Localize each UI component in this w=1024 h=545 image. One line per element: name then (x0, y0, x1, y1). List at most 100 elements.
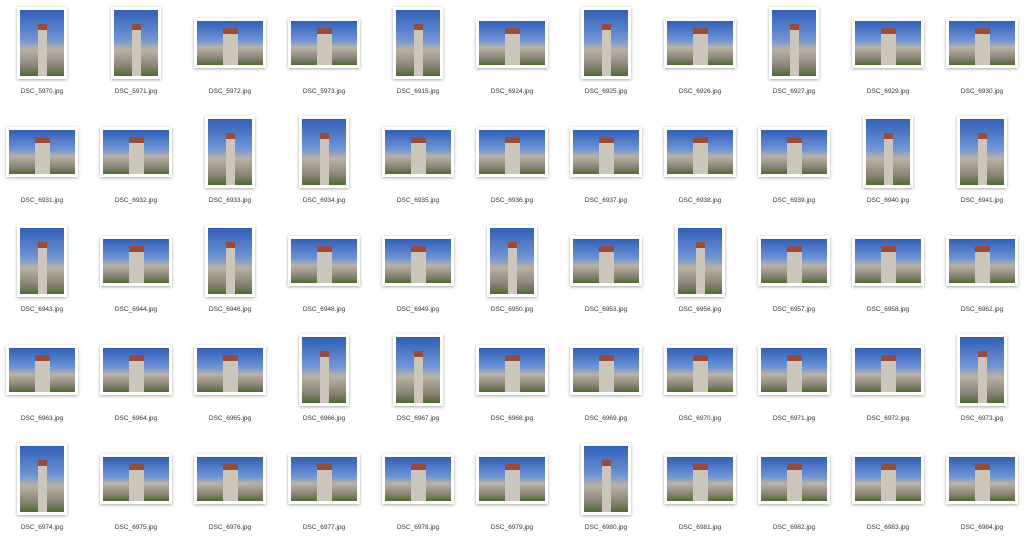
file-item[interactable]: DSC_6958.jpg (841, 218, 935, 327)
file-name[interactable]: DSC_6939.jpg (747, 197, 841, 204)
file-item[interactable]: DSC_6944.jpg (89, 218, 183, 327)
file-item[interactable]: DSC_6965.jpg (183, 327, 277, 436)
image-thumbnail[interactable] (17, 7, 67, 79)
image-thumbnail[interactable] (664, 345, 736, 395)
file-item[interactable]: DSC_6946.jpg (183, 218, 277, 327)
image-thumbnail[interactable] (664, 127, 736, 177)
image-thumbnail[interactable] (100, 127, 172, 177)
file-item[interactable]: DSC_6915.jpg (371, 0, 465, 109)
file-item[interactable]: DSC_6934.jpg (277, 109, 371, 218)
file-item[interactable]: DSC_6974.jpg (0, 436, 89, 545)
file-item[interactable]: DSC_6927.jpg (747, 0, 841, 109)
file-item[interactable]: DSC_6949.jpg (371, 218, 465, 327)
image-thumbnail[interactable] (946, 18, 1018, 68)
file-name[interactable]: DSC_6965.jpg (183, 415, 277, 422)
file-name[interactable]: DSC_6950.jpg (465, 306, 559, 313)
file-item[interactable]: DSC_6966.jpg (277, 327, 371, 436)
file-item[interactable]: DSC_6975.jpg (89, 436, 183, 545)
image-thumbnail[interactable] (581, 7, 631, 79)
file-item[interactable]: DSC_6924.jpg (465, 0, 559, 109)
file-name[interactable]: DSC_6964.jpg (89, 415, 183, 422)
file-item[interactable]: DSC_6967.jpg (371, 327, 465, 436)
image-thumbnail[interactable] (288, 18, 360, 68)
image-thumbnail[interactable] (664, 454, 736, 504)
file-name[interactable]: DSC_6984.jpg (935, 524, 1024, 531)
file-name[interactable]: DSC_6931.jpg (0, 197, 89, 204)
image-thumbnail[interactable] (288, 236, 360, 286)
image-thumbnail[interactable] (382, 236, 454, 286)
file-name[interactable]: DSC_6980.jpg (559, 524, 653, 531)
file-name[interactable]: DSC_6978.jpg (371, 524, 465, 531)
file-name[interactable]: DSC_6949.jpg (371, 306, 465, 313)
file-item[interactable]: DSC_6964.jpg (89, 327, 183, 436)
file-item[interactable]: DSC_6953.jpg (559, 218, 653, 327)
file-name[interactable]: DSC_5971.jpg (89, 88, 183, 95)
file-item[interactable]: DSC_6937.jpg (559, 109, 653, 218)
image-thumbnail[interactable] (852, 236, 924, 286)
image-thumbnail[interactable] (476, 345, 548, 395)
file-name[interactable]: DSC_6938.jpg (653, 197, 747, 204)
file-name[interactable]: DSC_6940.jpg (841, 197, 935, 204)
file-name[interactable]: DSC_6941.jpg (935, 197, 1024, 204)
image-thumbnail[interactable] (675, 225, 725, 297)
file-name[interactable]: DSC_6932.jpg (89, 197, 183, 204)
image-thumbnail[interactable] (476, 454, 548, 504)
image-thumbnail[interactable] (299, 116, 349, 188)
file-name[interactable]: DSC_6962.jpg (935, 306, 1024, 313)
image-thumbnail[interactable] (769, 7, 819, 79)
image-thumbnail[interactable] (758, 345, 830, 395)
file-name[interactable]: DSC_6966.jpg (277, 415, 371, 422)
file-item[interactable]: DSC_6932.jpg (89, 109, 183, 218)
image-thumbnail[interactable] (382, 454, 454, 504)
file-name[interactable]: DSC_6982.jpg (747, 524, 841, 531)
file-name[interactable]: DSC_6937.jpg (559, 197, 653, 204)
file-item[interactable]: DSC_6970.jpg (653, 327, 747, 436)
image-thumbnail[interactable] (100, 345, 172, 395)
file-name[interactable]: DSC_6943.jpg (0, 306, 89, 313)
image-thumbnail[interactable] (581, 443, 631, 515)
image-thumbnail[interactable] (946, 236, 1018, 286)
file-name[interactable]: DSC_6933.jpg (183, 197, 277, 204)
file-name[interactable]: DSC_6969.jpg (559, 415, 653, 422)
file-item[interactable]: DSC_6978.jpg (371, 436, 465, 545)
file-name[interactable]: DSC_6967.jpg (371, 415, 465, 422)
file-item[interactable]: DSC_5971.jpg (89, 0, 183, 109)
image-thumbnail[interactable] (476, 127, 548, 177)
file-name[interactable]: DSC_6976.jpg (183, 524, 277, 531)
file-name[interactable]: DSC_6979.jpg (465, 524, 559, 531)
file-item[interactable]: DSC_6929.jpg (841, 0, 935, 109)
file-item[interactable]: DSC_6939.jpg (747, 109, 841, 218)
file-item[interactable]: DSC_6973.jpg (935, 327, 1024, 436)
file-name[interactable]: DSC_6924.jpg (465, 88, 559, 95)
file-name[interactable]: DSC_6968.jpg (465, 415, 559, 422)
image-thumbnail[interactable] (288, 454, 360, 504)
image-thumbnail[interactable] (6, 127, 78, 177)
image-thumbnail[interactable] (758, 236, 830, 286)
file-item[interactable]: DSC_6982.jpg (747, 436, 841, 545)
file-item[interactable]: DSC_6941.jpg (935, 109, 1024, 218)
file-item[interactable]: DSC_6943.jpg (0, 218, 89, 327)
file-item[interactable]: DSC_6950.jpg (465, 218, 559, 327)
file-name[interactable]: DSC_6963.jpg (0, 415, 89, 422)
file-item[interactable]: DSC_6962.jpg (935, 218, 1024, 327)
file-item[interactable]: DSC_6983.jpg (841, 436, 935, 545)
file-item[interactable]: DSC_6971.jpg (747, 327, 841, 436)
image-thumbnail[interactable] (194, 18, 266, 68)
file-item[interactable]: DSC_6930.jpg (935, 0, 1024, 109)
file-item[interactable]: DSC_6972.jpg (841, 327, 935, 436)
image-thumbnail[interactable] (664, 18, 736, 68)
image-thumbnail[interactable] (393, 334, 443, 406)
file-item[interactable]: DSC_6936.jpg (465, 109, 559, 218)
image-thumbnail[interactable] (570, 236, 642, 286)
file-name[interactable]: DSC_6953.jpg (559, 306, 653, 313)
image-thumbnail[interactable] (476, 18, 548, 68)
file-name[interactable]: DSC_6934.jpg (277, 197, 371, 204)
file-name[interactable]: DSC_6927.jpg (747, 88, 841, 95)
image-thumbnail[interactable] (852, 18, 924, 68)
file-item[interactable]: DSC_5970.jpg (0, 0, 89, 109)
file-name[interactable]: DSC_6936.jpg (465, 197, 559, 204)
image-thumbnail[interactable] (863, 116, 913, 188)
file-item[interactable]: DSC_6969.jpg (559, 327, 653, 436)
file-name[interactable]: DSC_5972.jpg (183, 88, 277, 95)
file-item[interactable]: DSC_6984.jpg (935, 436, 1024, 545)
